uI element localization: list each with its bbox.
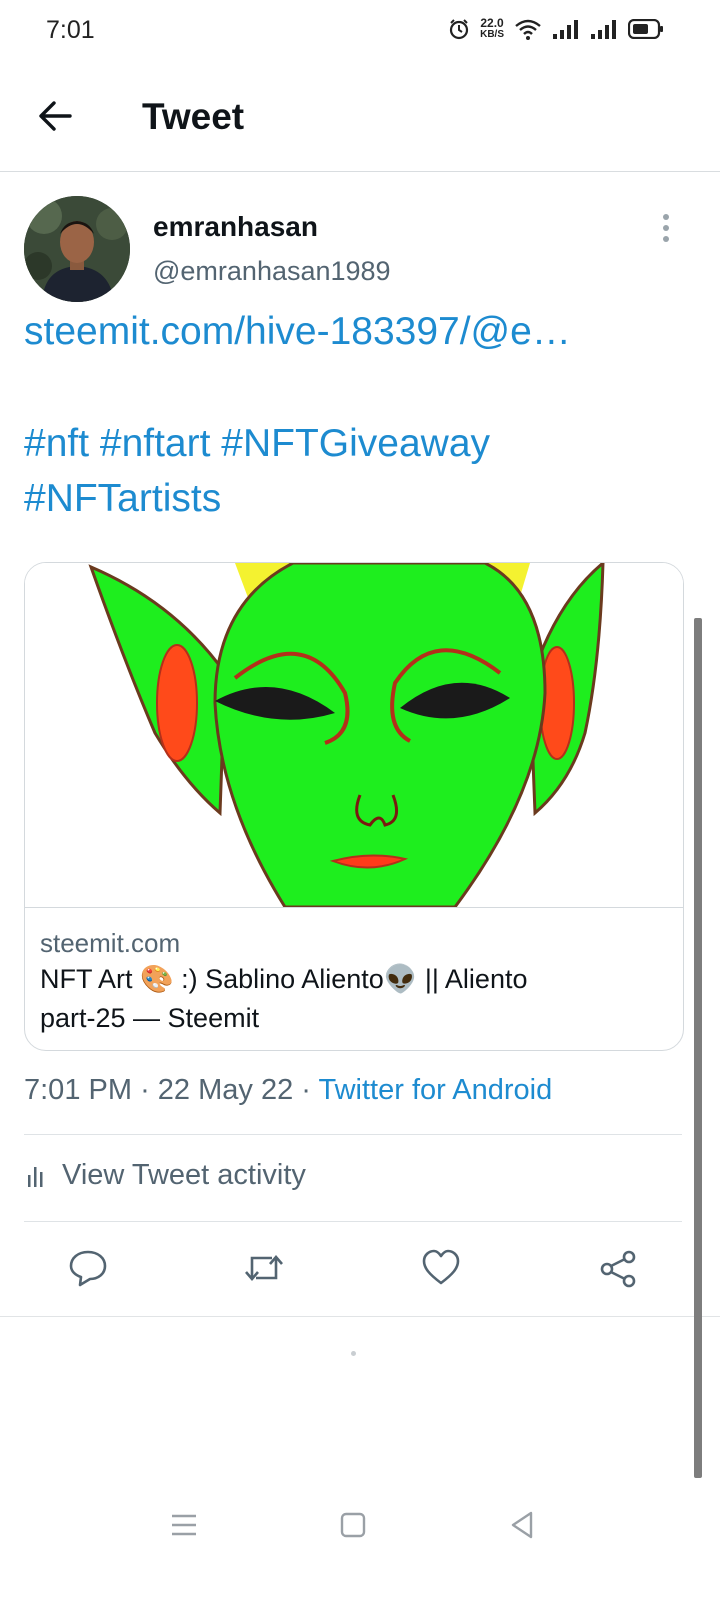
card-image <box>25 563 683 907</box>
alarm-icon <box>449 19 469 40</box>
activity-label: View Tweet activity <box>62 1159 306 1191</box>
retweet-icon[interactable] <box>244 1248 284 1288</box>
signal-icon <box>553 20 578 39</box>
like-icon[interactable] <box>421 1248 461 1288</box>
meta-separator: · <box>301 1074 311 1106</box>
bar-chart-icon <box>28 1166 43 1187</box>
tweet-time: 7:01 PM <box>24 1074 132 1106</box>
author-handle[interactable]: @emranhasan1989 <box>153 256 391 287</box>
meta-separator: · <box>140 1074 150 1106</box>
tweet-link[interactable]: steemit.com/hive-183397/@e… <box>24 310 571 354</box>
card-title-line2: part-25 — Steemit <box>40 1003 260 1033</box>
tweet-hashtags-line2[interactable]: #NFTartists <box>24 477 221 521</box>
tweet-hashtags-line1[interactable]: #nft #nftart #NFTGiveaway <box>24 422 490 466</box>
divider <box>24 1134 682 1135</box>
menu-icon[interactable] <box>167 1508 201 1542</box>
avatar[interactable] <box>24 196 130 302</box>
header-divider <box>0 171 720 172</box>
loading-indicator <box>351 1351 356 1356</box>
back-triangle-icon[interactable] <box>505 1508 539 1542</box>
battery-icon <box>628 19 663 39</box>
status-icons: 22.0 KB/S <box>448 16 664 40</box>
status-time: 7:01 <box>46 16 95 44</box>
view-tweet-activity-button[interactable]: View Tweet activity <box>24 1159 306 1192</box>
home-square-icon[interactable] <box>336 1508 370 1542</box>
link-card[interactable]: steemit.com NFT Art 🎨 :) Sablino Aliento… <box>24 562 684 1051</box>
more-vertical-icon[interactable] <box>656 212 676 244</box>
card-title-line1: NFT Art 🎨 :) Sablino Aliento👽 || Aliento <box>40 964 528 994</box>
wifi-icon <box>515 19 541 40</box>
divider <box>0 1316 720 1317</box>
scrollbar[interactable] <box>694 618 702 1478</box>
arrow-left-icon[interactable] <box>36 96 76 136</box>
signal-icon <box>591 20 616 39</box>
speed-value: 22.0 <box>480 16 504 30</box>
network-speed: 22.0 KB/S <box>480 16 504 40</box>
card-domain: steemit.com <box>40 928 181 958</box>
share-icon[interactable] <box>598 1248 638 1288</box>
card-divider <box>25 907 683 908</box>
reply-icon[interactable] <box>68 1248 108 1288</box>
page-title: Tweet <box>142 96 245 137</box>
tweet-meta: 7:01 PM · 22 May 22 · Twitter for Androi… <box>24 1074 552 1107</box>
tweet-source-link[interactable]: Twitter for Android <box>319 1074 553 1106</box>
author-name[interactable]: emranhasan <box>153 211 318 243</box>
divider <box>24 1221 682 1222</box>
tweet-date: 22 May 22 <box>157 1074 294 1106</box>
speed-unit: KB/S <box>480 29 504 40</box>
